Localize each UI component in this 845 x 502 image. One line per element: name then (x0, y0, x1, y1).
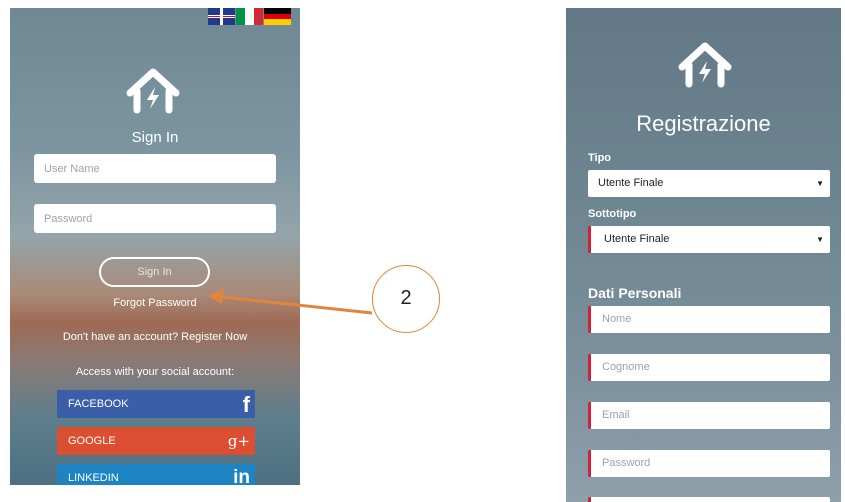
tipo-label: Tipo (588, 152, 612, 164)
house-bolt-icon (678, 42, 732, 88)
next-field-input[interactable] (588, 497, 830, 502)
nome-input[interactable]: Nome (588, 306, 830, 333)
chevron-down-icon: ▼ (816, 235, 824, 244)
personal-data-heading: Dati Personali (588, 285, 682, 301)
password-input[interactable]: Password (588, 450, 830, 477)
callout-number: 2 (372, 265, 440, 333)
sottotipo-select[interactable]: Utente Finale ▼ (588, 226, 830, 253)
sottotipo-value: Utente Finale (604, 233, 670, 245)
chevron-down-icon: ▼ (816, 179, 824, 188)
registration-screen: Registrazione Tipo Utente Finale ▼ Sotto… (566, 8, 841, 502)
email-input[interactable]: Email (588, 402, 830, 429)
sottotipo-label: Sottotipo (588, 208, 637, 220)
cognome-input[interactable]: Cognome (588, 354, 830, 381)
tipo-select[interactable]: Utente Finale ▼ (588, 170, 830, 197)
registration-title: Registrazione (636, 111, 771, 136)
tipo-value: Utente Finale (598, 177, 664, 189)
